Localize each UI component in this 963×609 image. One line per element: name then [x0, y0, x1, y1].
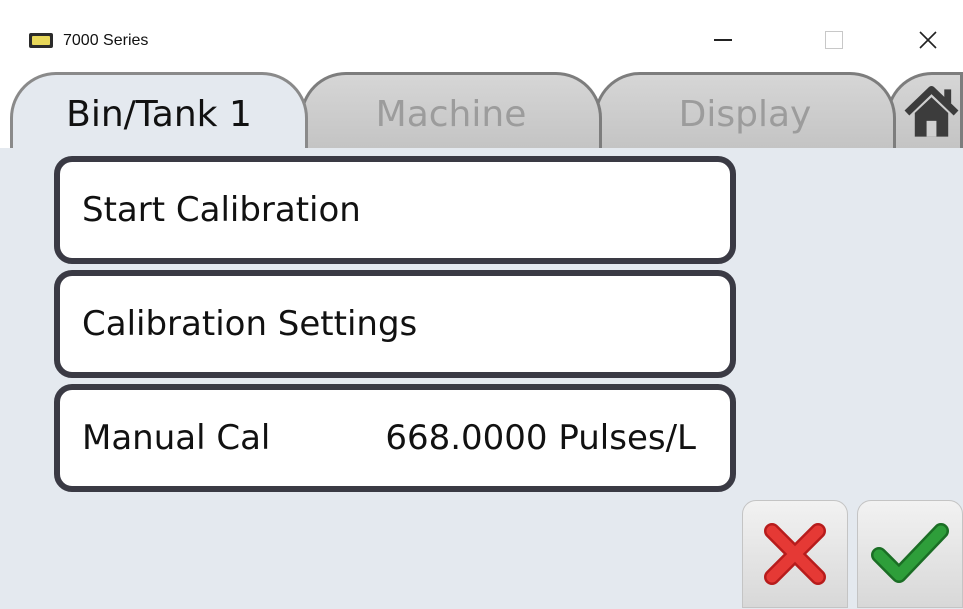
window-title: 7000 Series	[63, 32, 149, 49]
close-button[interactable]	[905, 20, 951, 60]
manual-cal-button[interactable]: Manual Cal 668.0000 Pulses/L	[54, 384, 736, 492]
manual-cal-value: 668.0000 Pulses/L	[385, 418, 696, 458]
tab-bar: Display Machine Bin/Tank 1	[0, 70, 963, 148]
tab-label: Bin/Tank 1	[66, 94, 252, 135]
manual-cal-label: Manual Cal	[82, 418, 271, 458]
maximize-button[interactable]	[811, 20, 857, 60]
minimize-icon	[714, 39, 732, 41]
green-check-icon	[871, 523, 949, 583]
red-x-icon	[764, 523, 826, 585]
close-icon	[919, 31, 937, 49]
main-panel: Start Calibration Calibration Settings M…	[0, 148, 963, 609]
tab-home[interactable]	[886, 72, 963, 148]
minimize-button[interactable]	[700, 20, 746, 60]
start-calibration-label: Start Calibration	[82, 190, 361, 230]
tab-display[interactable]: Display	[594, 72, 896, 148]
calibration-settings-label: Calibration Settings	[82, 304, 418, 344]
tab-bin-tank-1[interactable]: Bin/Tank 1	[10, 72, 308, 148]
calibration-settings-button[interactable]: Calibration Settings	[54, 270, 736, 378]
app-icon	[29, 33, 53, 48]
maximize-icon	[825, 31, 843, 49]
window-titlebar: 7000 Series	[0, 0, 963, 78]
cancel-button[interactable]	[742, 500, 848, 608]
tab-label: Machine	[375, 94, 527, 135]
tab-machine[interactable]: Machine	[300, 72, 602, 148]
confirm-button[interactable]	[857, 500, 963, 608]
start-calibration-button[interactable]: Start Calibration	[54, 156, 736, 264]
tab-label: Display	[678, 94, 812, 135]
home-icon	[904, 85, 959, 137]
